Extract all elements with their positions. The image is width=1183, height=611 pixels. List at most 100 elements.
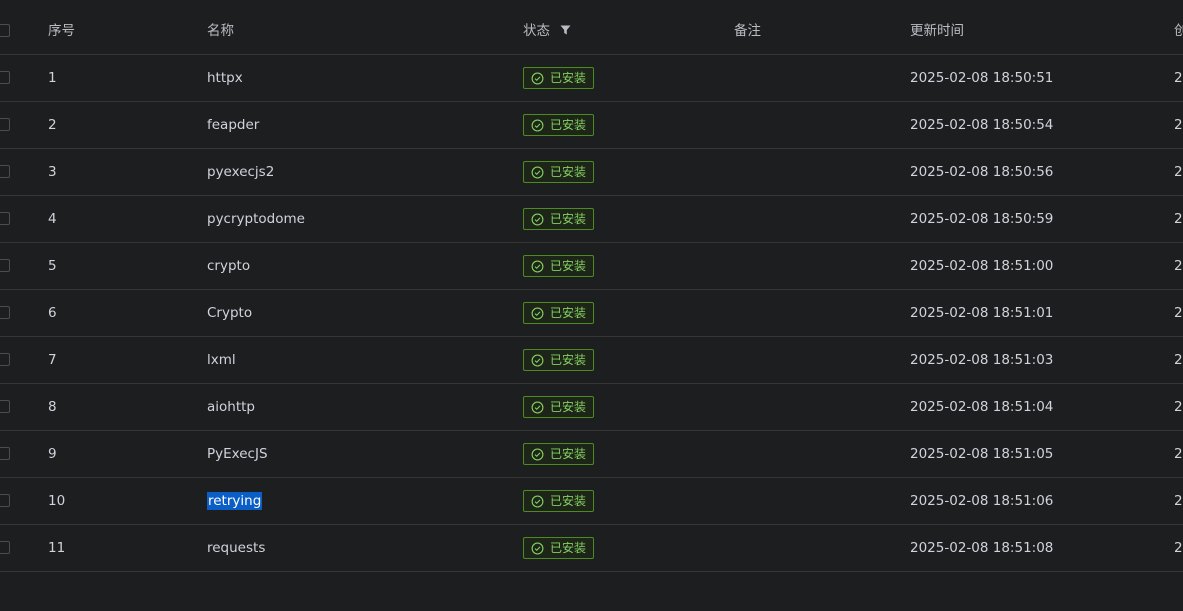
row-checkbox[interactable] bbox=[0, 353, 10, 366]
check-circle-icon bbox=[531, 72, 544, 84]
row-name: retrying bbox=[207, 492, 263, 510]
row-updated-time: 2025-02-08 18:51:03 bbox=[910, 352, 1054, 368]
row-updated-time: 2025-02-08 18:51:08 bbox=[910, 540, 1054, 556]
row-index: 1 bbox=[48, 70, 57, 86]
row-name-cell: PyExecJS bbox=[207, 431, 268, 477]
header-remark[interactable]: 备注 bbox=[734, 8, 761, 54]
check-circle-icon bbox=[531, 542, 544, 554]
row-name: pyexecjs2 bbox=[207, 164, 275, 180]
header-status[interactable]: 状态 bbox=[523, 8, 571, 54]
status-badge-label: 已安装 bbox=[550, 353, 587, 367]
row-index: 8 bbox=[48, 399, 57, 415]
table-row[interactable]: 4 pycryptodome 已安装 2025-02-08 18:50:59 2 bbox=[0, 196, 1183, 243]
row-created-time: 2 bbox=[1174, 493, 1183, 509]
header-status-label: 状态 bbox=[523, 23, 550, 39]
row-checkbox[interactable] bbox=[0, 447, 10, 460]
row-updated-time: 2025-02-08 18:50:59 bbox=[910, 211, 1054, 227]
row-checkbox[interactable] bbox=[0, 400, 10, 413]
table-row[interactable]: 11 requests 已安装 2025-02-08 18:51:08 2 bbox=[0, 525, 1183, 572]
header-name[interactable]: 名称 bbox=[207, 8, 234, 54]
row-name: pycryptodome bbox=[207, 211, 305, 227]
check-circle-icon bbox=[531, 307, 544, 319]
table-body: 1 httpx 已安装 2025-02-08 18:50:51 2 2 feapder 已安装… bbox=[0, 55, 1183, 572]
select-all-checkbox[interactable] bbox=[0, 24, 10, 37]
row-checkbox[interactable] bbox=[0, 71, 10, 84]
row-index: 11 bbox=[48, 540, 66, 556]
dependency-table: 序号 名称 状态 备注 更新时间 创 1 httpx 已安装 2025-02-08 1… bbox=[0, 8, 1183, 572]
status-badge: 已安装 bbox=[523, 349, 594, 371]
table-row[interactable]: 9 PyExecJS 已安装 2025-02-08 18:51:05 2 bbox=[0, 431, 1183, 478]
row-checkbox[interactable] bbox=[0, 541, 10, 554]
check-circle-icon bbox=[531, 119, 544, 131]
row-name-cell: requests bbox=[207, 525, 265, 571]
table-row[interactable]: 2 feapder 已安装 2025-02-08 18:50:54 2 bbox=[0, 102, 1183, 149]
row-index: 7 bbox=[48, 352, 57, 368]
status-badge-label: 已安装 bbox=[550, 118, 587, 132]
status-badge-label: 已安装 bbox=[550, 541, 587, 555]
row-created-time: 2 bbox=[1174, 164, 1183, 180]
row-name: lxml bbox=[207, 352, 236, 368]
table-row[interactable]: 5 crypto 已安装 2025-02-08 18:51:00 2 bbox=[0, 243, 1183, 290]
row-created-time: 2 bbox=[1174, 446, 1183, 462]
table-row[interactable]: 3 pyexecjs2 已安装 2025-02-08 18:50:56 2 bbox=[0, 149, 1183, 196]
row-checkbox[interactable] bbox=[0, 259, 10, 272]
check-circle-icon bbox=[531, 401, 544, 413]
row-updated-time: 2025-02-08 18:50:51 bbox=[910, 70, 1054, 86]
check-circle-icon bbox=[531, 166, 544, 178]
check-circle-icon bbox=[531, 260, 544, 272]
row-name: httpx bbox=[207, 70, 243, 86]
status-badge: 已安装 bbox=[523, 114, 594, 136]
row-name-cell: feapder bbox=[207, 102, 259, 148]
row-created-time: 2 bbox=[1174, 352, 1183, 368]
row-checkbox[interactable] bbox=[0, 165, 10, 178]
row-checkbox[interactable] bbox=[0, 212, 10, 225]
row-name-cell: retrying bbox=[207, 478, 263, 524]
row-name-cell: pyexecjs2 bbox=[207, 149, 274, 195]
filter-icon[interactable] bbox=[560, 25, 571, 35]
row-index: 3 bbox=[48, 164, 57, 180]
row-checkbox[interactable] bbox=[0, 306, 10, 319]
row-checkbox[interactable] bbox=[0, 494, 10, 507]
row-name-cell: httpx bbox=[207, 55, 243, 101]
header-index[interactable]: 序号 bbox=[48, 8, 75, 54]
row-name: requests bbox=[207, 540, 266, 556]
row-updated-time: 2025-02-08 18:51:05 bbox=[910, 446, 1054, 462]
row-created-time: 2 bbox=[1174, 70, 1183, 86]
row-index: 4 bbox=[48, 211, 57, 227]
status-badge: 已安装 bbox=[523, 161, 594, 183]
table-header-row: 序号 名称 状态 备注 更新时间 创 bbox=[0, 8, 1183, 55]
row-updated-time: 2025-02-08 18:50:54 bbox=[910, 117, 1054, 133]
table-row[interactable]: 10 retrying 已安装 2025-02-08 18:51:06 2 bbox=[0, 478, 1183, 525]
row-updated-time: 2025-02-08 18:51:06 bbox=[910, 493, 1054, 509]
status-badge: 已安装 bbox=[523, 490, 594, 512]
row-created-time: 2 bbox=[1174, 211, 1183, 227]
row-name: feapder bbox=[207, 117, 260, 133]
table-row[interactable]: 6 Crypto 已安装 2025-02-08 18:51:01 2 bbox=[0, 290, 1183, 337]
row-index: 5 bbox=[48, 258, 57, 274]
row-updated-time: 2025-02-08 18:50:56 bbox=[910, 164, 1054, 180]
status-badge-label: 已安装 bbox=[550, 212, 587, 226]
row-index: 9 bbox=[48, 446, 57, 462]
status-badge: 已安装 bbox=[523, 67, 594, 89]
status-badge: 已安装 bbox=[523, 302, 594, 324]
status-badge-label: 已安装 bbox=[550, 71, 587, 85]
row-name-cell: aiohttp bbox=[207, 384, 255, 430]
check-circle-icon bbox=[531, 448, 544, 460]
row-updated-time: 2025-02-08 18:51:04 bbox=[910, 399, 1054, 415]
row-name: crypto bbox=[207, 258, 251, 274]
table-row[interactable]: 1 httpx 已安装 2025-02-08 18:50:51 2 bbox=[0, 55, 1183, 102]
status-badge: 已安装 bbox=[523, 255, 594, 277]
header-updated[interactable]: 更新时间 bbox=[910, 8, 964, 54]
row-created-time: 2 bbox=[1174, 399, 1183, 415]
row-created-time: 2 bbox=[1174, 117, 1183, 133]
row-index: 2 bbox=[48, 117, 57, 133]
row-name-cell: pycryptodome bbox=[207, 196, 305, 242]
status-badge-label: 已安装 bbox=[550, 494, 587, 508]
row-name-cell: lxml bbox=[207, 337, 236, 383]
row-checkbox[interactable] bbox=[0, 118, 10, 131]
row-name: PyExecJS bbox=[207, 446, 268, 462]
header-created[interactable]: 创 bbox=[1174, 8, 1183, 54]
row-name: aiohttp bbox=[207, 399, 255, 415]
table-row[interactable]: 7 lxml 已安装 2025-02-08 18:51:03 2 bbox=[0, 337, 1183, 384]
table-row[interactable]: 8 aiohttp 已安装 2025-02-08 18:51:04 2 bbox=[0, 384, 1183, 431]
